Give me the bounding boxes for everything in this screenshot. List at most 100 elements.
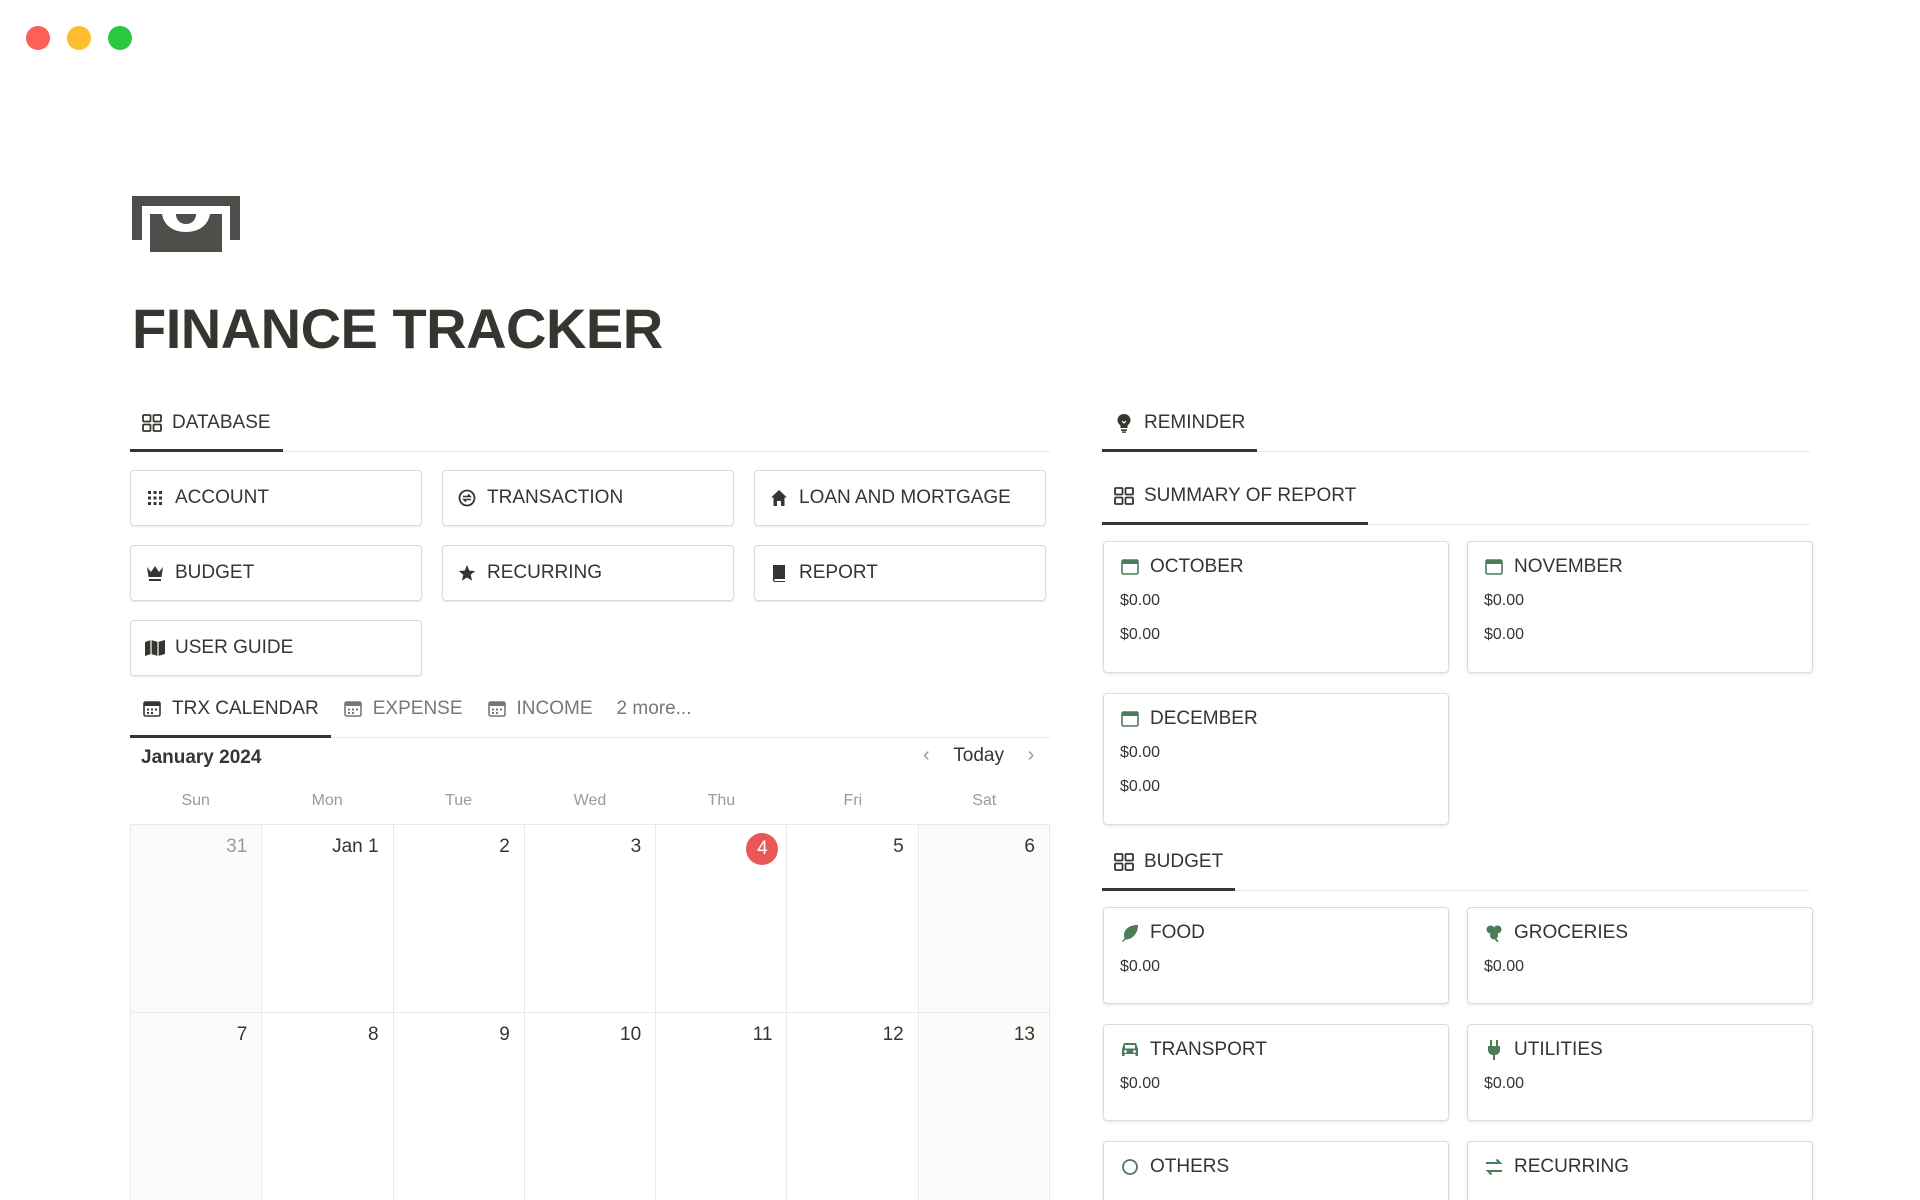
budget-button[interactable]: BUDGET — [130, 545, 422, 601]
tab-label: BUDGET — [1144, 851, 1224, 872]
calendar-day-cell[interactable]: 3 — [524, 825, 657, 1013]
calendar-day-cell[interactable]: 10 — [525, 1013, 657, 1200]
recurring-button[interactable]: RECURRING — [442, 545, 734, 601]
day-number: 2 — [499, 836, 510, 857]
tab-label: TRX CALENDAR — [172, 698, 319, 719]
car-icon — [1120, 1040, 1140, 1060]
reminder-tabbar: REMINDER — [1102, 396, 1810, 452]
minimize-window-button[interactable] — [67, 26, 91, 50]
transaction-button[interactable]: TRANSACTION — [442, 470, 734, 526]
calendar-month-label: January 2024 — [141, 747, 262, 768]
budget-card-food[interactable]: FOOD $0.00 — [1103, 907, 1449, 1004]
card-title: FOOD — [1150, 922, 1205, 943]
budget-card-others[interactable]: OTHERS — [1103, 1141, 1449, 1200]
calendar-nav: ‹ Today › — [917, 744, 1040, 767]
card-value: $0.00 — [1484, 1075, 1525, 1092]
button-label: RECURRING — [487, 562, 603, 583]
calendar-day-cell[interactable]: Jan 1 — [262, 825, 394, 1013]
calendar-day-cell[interactable]: 8 — [262, 1013, 394, 1200]
report-card-october[interactable]: OCTOBER $0.00 $0.00 — [1103, 541, 1449, 673]
chevron-right-icon[interactable]: › — [1022, 744, 1040, 767]
card-value: $0.00 — [1120, 744, 1161, 761]
star-icon — [457, 563, 477, 583]
budget-card-groceries[interactable]: GROCERIES $0.00 — [1467, 907, 1813, 1004]
card-title: DECEMBER — [1150, 708, 1258, 729]
report-card-december[interactable]: DECEMBER $0.00 $0.00 — [1103, 693, 1449, 825]
budget-card-recurring[interactable]: RECURRING — [1467, 1141, 1813, 1200]
tab-label: INCOME — [516, 698, 593, 719]
plug-icon — [1484, 1040, 1504, 1060]
budget-tabbar: BUDGET — [1102, 835, 1810, 891]
maximize-window-button[interactable] — [108, 26, 132, 50]
card-title: GROCERIES — [1514, 922, 1629, 943]
tab-more-views[interactable]: 2 more... — [605, 681, 704, 737]
summary-tabbar: SUMMARY OF REPORT — [1102, 469, 1810, 525]
calendar-tabbar: TRX CALENDAR EXPENSE INCOME 2 more... — [130, 682, 1050, 738]
card-value: $0.00 — [1120, 1075, 1161, 1092]
day-number: 13 — [1013, 1024, 1035, 1045]
tab-income[interactable]: INCOME — [475, 681, 605, 737]
day-number: 31 — [226, 836, 248, 857]
tab-label: SUMMARY OF REPORT — [1144, 485, 1357, 506]
calendar-icon — [487, 699, 507, 719]
calendar-day-cell[interactable]: 11 — [656, 1013, 788, 1200]
tab-label: DATABASE — [172, 412, 271, 433]
calendar-icon — [1120, 709, 1140, 729]
tab-database[interactable]: DATABASE — [130, 395, 283, 452]
cash-icon[interactable] — [132, 196, 240, 252]
weekday-label: Fri — [843, 792, 863, 809]
button-label: LOAN AND MORTGAGE — [799, 487, 1011, 508]
tab-summary-of-report[interactable]: SUMMARY OF REPORT — [1102, 468, 1369, 525]
shamrock-icon — [1484, 923, 1504, 943]
repeat-icon — [1484, 1157, 1504, 1177]
loan-and-mortgage-button[interactable]: LOAN AND MORTGAGE — [754, 470, 1046, 526]
card-value: $0.00 — [1120, 626, 1161, 643]
close-window-button[interactable] — [26, 26, 50, 50]
budget-card-utilities[interactable]: UTILITIES $0.00 — [1467, 1024, 1813, 1121]
button-label: ACCOUNT — [175, 487, 269, 508]
tab-trx-calendar[interactable]: TRX CALENDAR — [130, 681, 331, 738]
day-number: 12 — [882, 1024, 904, 1045]
weekday-label: Tue — [445, 792, 473, 809]
book-icon — [769, 563, 789, 583]
calendar-day-cell[interactable]: 2 — [393, 825, 525, 1013]
tab-label: 2 more... — [616, 698, 692, 719]
tab-expense[interactable]: EXPENSE — [331, 681, 475, 737]
exchange-icon — [457, 488, 477, 508]
calendar-day-cell[interactable]: 7 — [131, 1013, 263, 1200]
calendar-day-cell[interactable]: 31 — [131, 825, 263, 1013]
account-button[interactable]: ACCOUNT — [130, 470, 422, 526]
day-number: 6 — [1024, 836, 1035, 857]
chevron-left-icon[interactable]: ‹ — [917, 744, 935, 767]
calendar-icon — [343, 699, 363, 719]
leaf-icon — [1120, 923, 1140, 943]
calendar-grid: 31 Jan 1 2 3 4 5 6 7 8 9 10 11 12 13 — [130, 824, 1050, 1200]
button-label: TRANSACTION — [487, 487, 624, 508]
report-card-november[interactable]: NOVEMBER $0.00 $0.00 — [1467, 541, 1813, 673]
calendar-day-cell[interactable]: 9 — [394, 1013, 525, 1200]
calendar-day-cell-today[interactable]: 4 — [656, 825, 788, 1013]
tab-budget[interactable]: BUDGET — [1102, 834, 1236, 891]
today-button[interactable]: Today — [953, 745, 1004, 767]
database-tabbar: DATABASE — [130, 396, 1050, 452]
calendar-icon — [1484, 557, 1504, 577]
calendar-day-cell[interactable]: 6 — [918, 825, 1050, 1013]
day-number: 9 — [499, 1024, 510, 1045]
day-number: Jan 1 — [332, 836, 379, 857]
card-title: TRANSPORT — [1150, 1039, 1267, 1060]
user-guide-button[interactable]: USER GUIDE — [130, 620, 422, 676]
card-value: $0.00 — [1484, 592, 1525, 609]
card-value: $0.00 — [1120, 958, 1161, 975]
map-icon — [145, 638, 165, 658]
card-title: OTHERS — [1150, 1156, 1230, 1177]
button-label: REPORT — [799, 562, 878, 583]
calendar-day-cell[interactable]: 12 — [787, 1013, 919, 1200]
report-button[interactable]: REPORT — [754, 545, 1046, 601]
gallery-icon — [1114, 486, 1134, 506]
calendar-day-cell[interactable]: 13 — [918, 1013, 1050, 1200]
tab-reminder[interactable]: REMINDER — [1102, 395, 1258, 452]
weekday-label: Thu — [707, 792, 736, 809]
card-value: $0.00 — [1120, 778, 1161, 795]
budget-card-transport[interactable]: TRANSPORT $0.00 — [1103, 1024, 1449, 1121]
calendar-day-cell[interactable]: 5 — [787, 825, 919, 1013]
